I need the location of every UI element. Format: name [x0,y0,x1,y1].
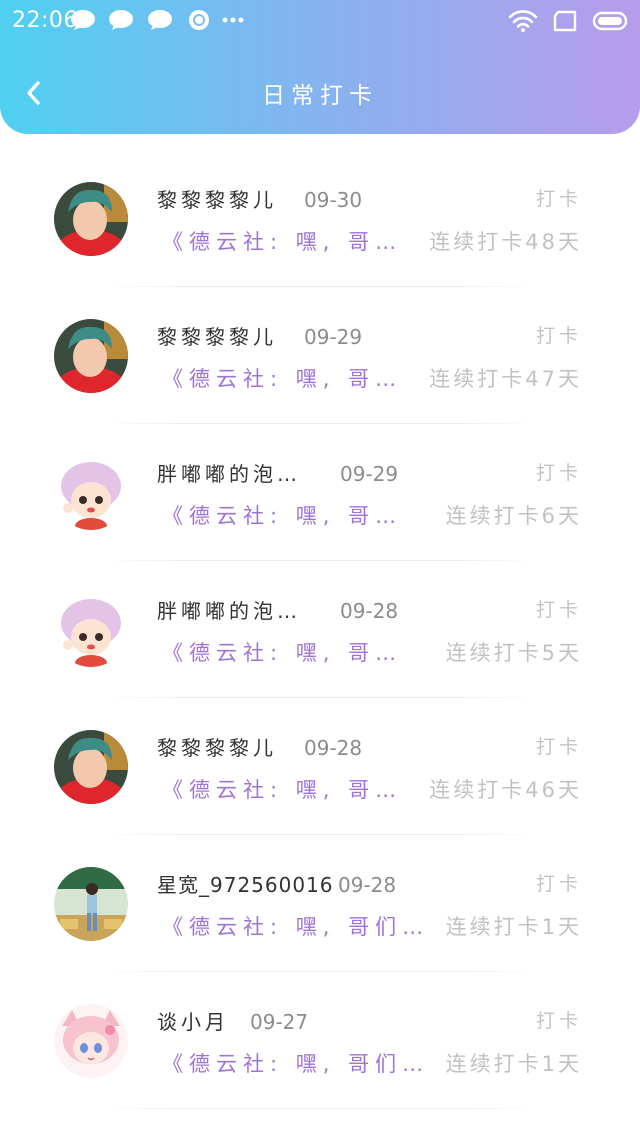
list-item[interactable]: 黎黎黎黎儿 09-30 打卡 《德云社: 嘿, 哥… 连续打卡48天 [0,150,640,287]
user-name[interactable]: 黎黎黎黎儿 [157,321,277,350]
chat-notification-icon [148,10,172,30]
sim-card-icon [553,10,577,32]
streak-count: 连续打卡1天 [445,915,582,939]
avatar-cartoon-pink-hair-icon [54,456,128,530]
avatar[interactable] [54,319,128,393]
content-excerpt[interactable]: 《德云社: 嘿, 哥… [162,226,402,256]
streak-count: 连续打卡46天 [429,778,582,802]
divider [100,1108,540,1109]
checkin-date: 09-28 [304,736,363,760]
list-item[interactable]: 谈小月 09-27 打卡 《德云社: 嘿, 哥们… 连续打卡1天 [0,972,640,1109]
avatar-cartoon-pink-hair-icon [54,593,128,667]
user-name[interactable]: 谈小月 [157,1006,229,1035]
avatar[interactable] [54,1004,128,1078]
list-item[interactable]: 星宽_972560016 09-28 打卡 《德云社: 嘿, 哥们… 连续打卡1… [0,835,640,972]
checkin-list: 黎黎黎黎儿 09-30 打卡 《德云社: 嘿, 哥… 连续打卡48天 黎黎黎黎儿… [0,150,640,1109]
checkin-label: 打卡 [535,736,582,758]
user-name[interactable]: 胖嘟嘟的泡… [157,458,301,487]
streak-count: 连续打卡1天 [445,1052,582,1076]
checkin-date: 09-29 [340,462,399,486]
chat-notification-icon [109,10,133,30]
avatar-boy-green-hair-icon [54,182,128,256]
avatar[interactable] [54,593,128,667]
content-excerpt[interactable]: 《德云社: 嘿, 哥们… [162,911,429,941]
checkin-date: 09-28 [340,599,399,623]
checkin-label: 打卡 [535,873,582,895]
checkin-label: 打卡 [535,325,582,347]
battery-icon [592,11,628,31]
avatar[interactable] [54,182,128,256]
streak-count: 连续打卡6天 [445,504,582,528]
checkin-date: 09-30 [304,188,363,212]
content-excerpt[interactable]: 《德云社: 嘿, 哥… [162,363,402,393]
page-title: 日常打卡 [262,83,378,109]
list-item[interactable]: 黎黎黎黎儿 09-28 打卡 《德云社: 嘿, 哥… 连续打卡46天 [0,698,640,835]
list-item[interactable]: 黎黎黎黎儿 09-29 打卡 《德云社: 嘿, 哥… 连续打卡47天 [0,287,640,424]
more-notifications-icon [222,17,244,23]
user-name[interactable]: 胖嘟嘟的泡… [157,595,301,624]
streak-count: 连续打卡48天 [429,230,582,254]
avatar-anime-pink-girl-icon [54,1004,128,1078]
list-item[interactable]: 胖嘟嘟的泡… 09-29 打卡 《德云社: 嘿, 哥… 连续打卡6天 [0,424,640,561]
avatar[interactable] [54,730,128,804]
checkin-label: 打卡 [535,462,582,484]
content-excerpt[interactable]: 《德云社: 嘿, 哥… [162,500,402,530]
user-name[interactable]: 黎黎黎黎儿 [157,184,277,213]
content-excerpt[interactable]: 《德云社: 嘿, 哥们… [162,1048,429,1078]
chat-notification-icon [71,10,95,30]
avatar[interactable] [54,456,128,530]
checkin-date: 09-27 [250,1010,309,1034]
checkin-label: 打卡 [535,599,582,621]
checkin-label: 打卡 [535,188,582,210]
status-indicators [508,6,628,36]
avatar-boy-green-hair-icon [54,319,128,393]
checkin-date: 09-29 [304,325,363,349]
streak-count: 连续打卡47天 [429,367,582,391]
avatar-person-classroom-icon [54,867,128,941]
status-bar: 22:06 [0,0,640,44]
list-item[interactable]: 胖嘟嘟的泡… 09-28 打卡 《德云社: 嘿, 哥… 连续打卡5天 [0,561,640,698]
streak-count: 连续打卡5天 [445,641,582,665]
wifi-icon [508,10,538,32]
checkin-label: 打卡 [535,1010,582,1032]
checkin-date: 09-28 [338,873,397,897]
content-excerpt[interactable]: 《德云社: 嘿, 哥… [162,637,402,667]
avatar[interactable] [54,867,128,941]
status-time: 22:06 [12,8,78,33]
user-name[interactable]: 黎黎黎黎儿 [157,732,277,761]
app-notification-icon [189,10,209,30]
content-excerpt[interactable]: 《德云社: 嘿, 哥… [162,774,402,804]
user-name[interactable]: 星宽_972560016 [157,869,334,898]
header: 22:06 日常打卡 [0,0,640,134]
avatar-boy-green-hair-icon [54,730,128,804]
